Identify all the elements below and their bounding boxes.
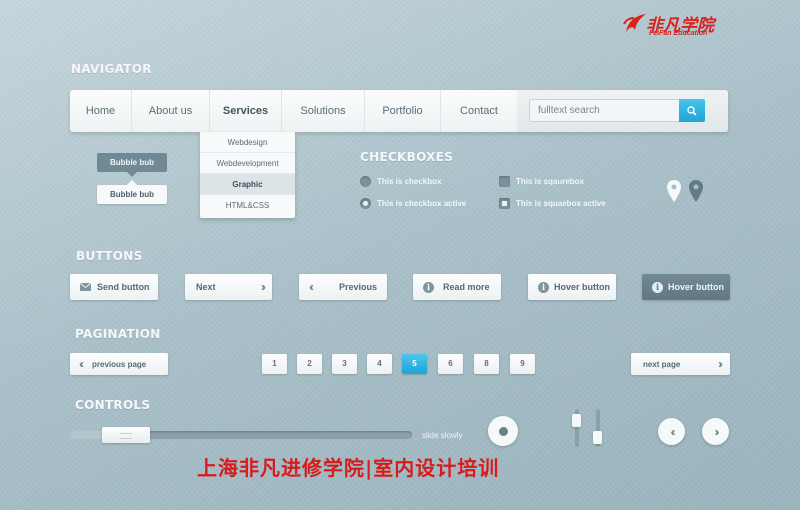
info-icon: i [652, 281, 663, 293]
slider-label: slide slowly [422, 431, 463, 440]
services-dropdown: Webdesign Webdevelopment Graphic HTML&CS… [200, 132, 295, 218]
read-more-button[interactable]: i Read more [413, 274, 501, 300]
search-area [517, 90, 728, 132]
checkbox[interactable] [499, 176, 510, 187]
page-6[interactable]: 6 [438, 354, 463, 374]
previous-button-label: Previous [338, 282, 377, 292]
map-pin-icon [667, 180, 681, 202]
send-button[interactable]: Send button [70, 274, 158, 300]
nav-item-home[interactable]: Home [70, 90, 132, 132]
send-button-label: Send button [97, 282, 150, 292]
vertical-slider-handle-2[interactable] [593, 431, 602, 444]
nav-item-about[interactable]: About us [132, 90, 210, 132]
nav-item-services[interactable]: Services [210, 90, 282, 132]
radio-button[interactable] [360, 176, 371, 187]
radio-option-1[interactable]: This is checkbox [360, 176, 441, 187]
navigator-title: NAVIGATOR [71, 62, 152, 76]
double-chevron-left-icon: ‹‹ [309, 280, 314, 294]
nav-item-contact[interactable]: Contact [441, 90, 517, 132]
page-1[interactable]: 1 [262, 354, 287, 374]
hover-button-active-label: Hover button [668, 282, 724, 292]
logo-mark-icon [623, 14, 646, 32]
double-chevron-right-icon: ›› [714, 424, 720, 439]
watermark-banner: 上海非凡进修学院|室内设计培训 [197, 456, 500, 480]
rewind-button[interactable]: ‹‹ [658, 418, 685, 445]
info-icon: i [423, 281, 434, 293]
checkbox-label: This is squaebox active [516, 199, 606, 208]
checkbox-option-1[interactable]: This is sqaurebox [499, 176, 584, 187]
logo-subtext: FeiFan Education [649, 30, 708, 37]
previous-button[interactable]: ‹‹ Previous [299, 274, 387, 300]
next-button[interactable]: Next ›› [185, 274, 272, 300]
double-chevron-left-icon: ‹‹ [670, 424, 676, 439]
checkbox-option-2[interactable]: This is squaebox active [499, 198, 606, 209]
dropdown-item-webdesign[interactable]: Webdesign [200, 132, 295, 153]
search-icon [687, 105, 697, 116]
page-4[interactable]: 4 [367, 354, 392, 374]
knob-center [498, 426, 508, 436]
double-chevron-right-icon: ›› [261, 280, 266, 294]
pagination-title: PAGINATION [75, 327, 161, 341]
dropdown-item-webdevelopment[interactable]: Webdevelopment [200, 153, 295, 174]
nav-item-solutions[interactable]: Solutions [282, 90, 365, 132]
radio-label: This is checkbox [377, 177, 442, 186]
page-5-current[interactable]: 5 [402, 354, 427, 374]
brand-logo: 非凡学院 FeiFan Education [622, 8, 734, 40]
next-page-button[interactable]: next page ›› [631, 353, 730, 375]
dropdown-item-graphic[interactable]: Graphic [200, 174, 295, 195]
read-more-label: Read more [443, 282, 490, 292]
slider-handle[interactable] [102, 427, 150, 443]
radio-button-active[interactable] [360, 198, 371, 209]
toggle-knob[interactable] [488, 416, 518, 446]
page-3[interactable]: 3 [332, 354, 357, 374]
envelope-icon [79, 281, 91, 293]
double-chevron-left-icon: ‹‹ [79, 357, 84, 371]
checkboxes-title: CHECKBOXES [360, 150, 454, 164]
previous-page-button[interactable]: ‹‹ previous page [70, 353, 168, 375]
hover-button-active[interactable]: i Hover button [642, 274, 730, 300]
previous-page-label: previous page [92, 359, 147, 369]
map-pin-dark-icon [689, 180, 703, 202]
page-9[interactable]: 9 [510, 354, 535, 374]
buttons-title: BUTTONS [76, 249, 143, 263]
next-button-label: Next [196, 282, 216, 292]
search-button[interactable] [679, 99, 705, 122]
vertical-slider-handle-1[interactable] [572, 414, 581, 427]
controls-title: CONTROLS [75, 398, 151, 412]
checkbox-active[interactable] [499, 198, 510, 209]
radio-label: This is checkbox active [377, 199, 467, 208]
info-icon: i [538, 281, 549, 293]
bubble-tooltip-dark: Bubble bub [97, 153, 167, 177]
checkbox-label: This is sqaurebox [516, 177, 585, 186]
bubble-tooltip-light: Bubble bub [97, 180, 167, 204]
radio-option-2[interactable]: This is checkbox active [360, 198, 466, 209]
next-page-label: next page [643, 359, 681, 369]
nav-item-portfolio[interactable]: Portfolio [365, 90, 441, 132]
double-chevron-right-icon: ›› [718, 357, 723, 371]
page-8[interactable]: 8 [474, 354, 499, 374]
page-2[interactable]: 2 [297, 354, 322, 374]
hover-button[interactable]: i Hover button [528, 274, 616, 300]
navigation-bar: Home About us Services Solutions Portfol… [70, 90, 728, 132]
forward-button[interactable]: ›› [702, 418, 729, 445]
hover-button-label: Hover button [554, 282, 610, 292]
dropdown-item-htmlcss[interactable]: HTML&CSS [200, 195, 295, 216]
